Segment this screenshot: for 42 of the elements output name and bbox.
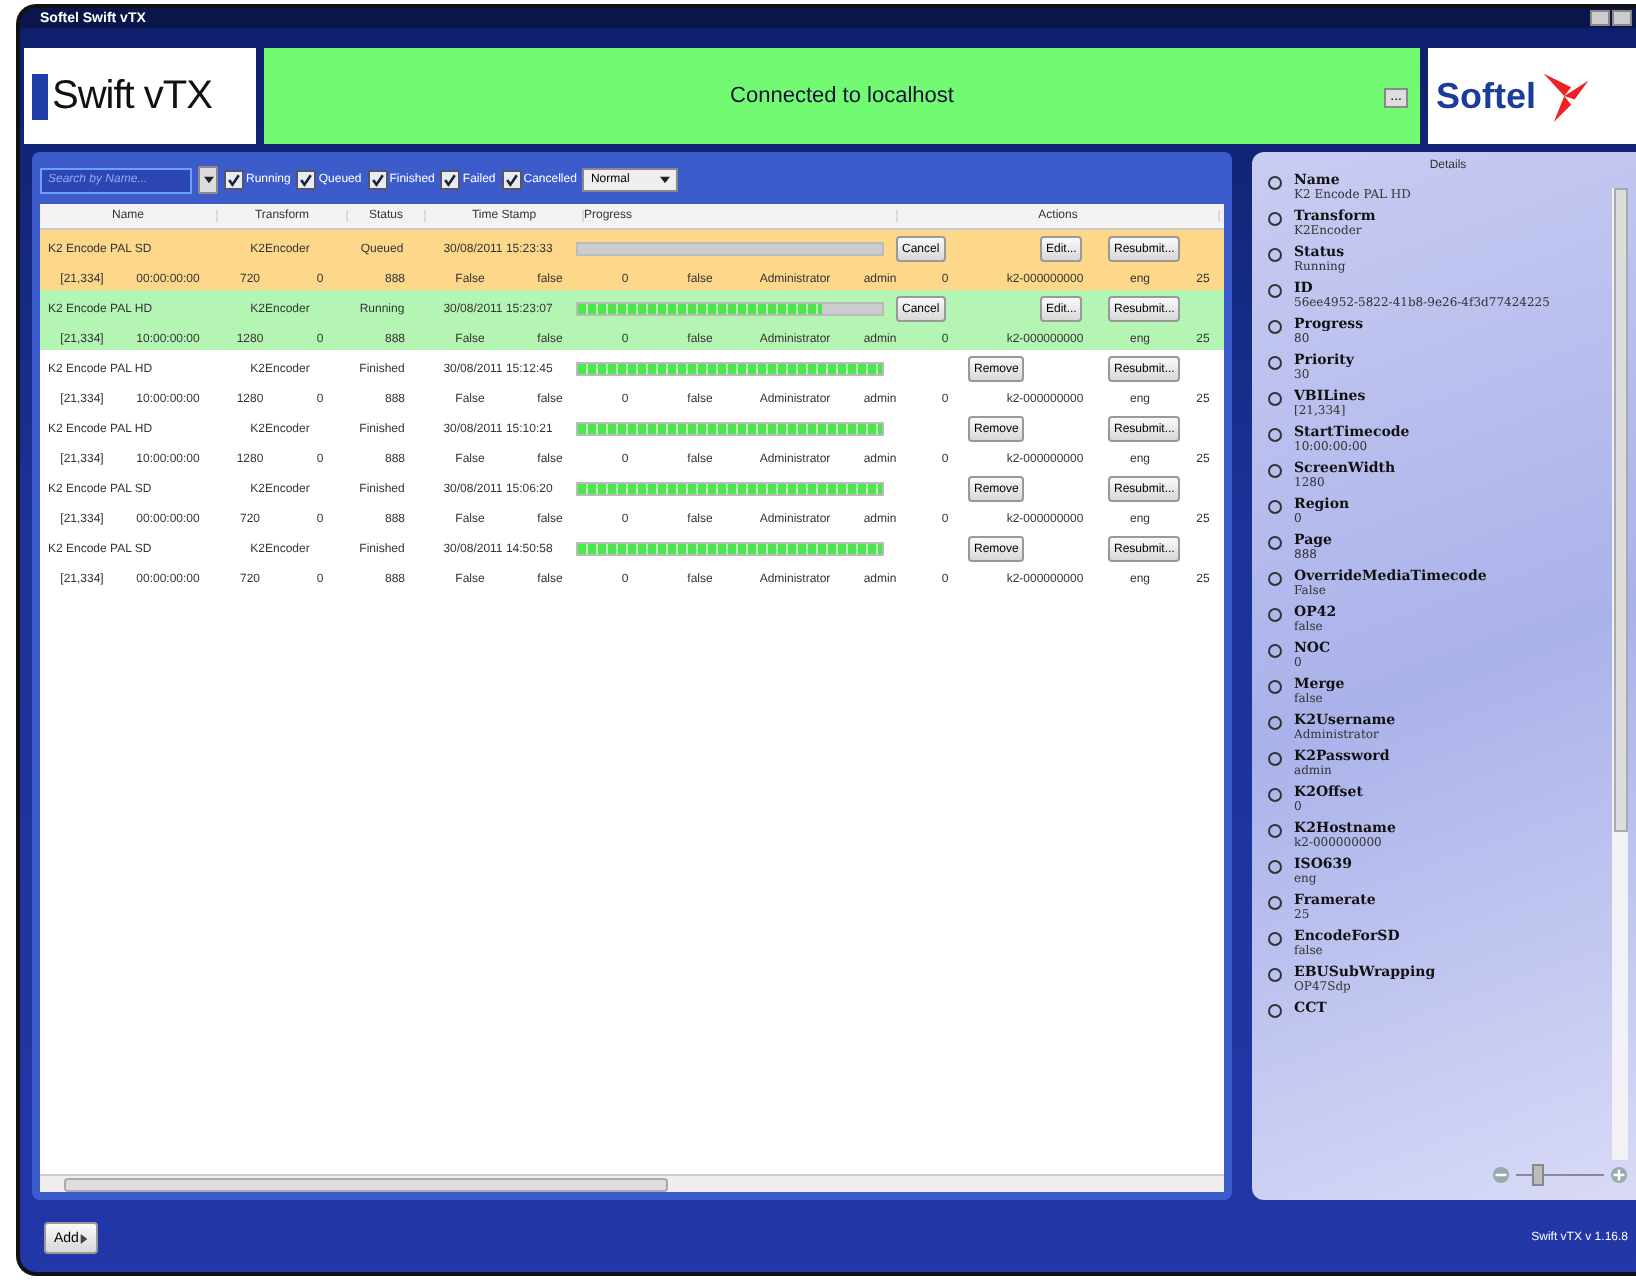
bullet-icon xyxy=(1268,536,1282,550)
brand-logo: Softel xyxy=(1428,48,1636,144)
bullet-icon xyxy=(1268,356,1282,370)
filter-checkbox[interactable] xyxy=(367,170,388,190)
bullet-icon xyxy=(1268,968,1282,982)
horizontal-scrollbar[interactable] xyxy=(40,1174,1224,1192)
caret-icon xyxy=(203,176,213,184)
bullet-icon xyxy=(1268,608,1282,622)
bullet-icon xyxy=(1268,644,1282,658)
bullet-icon xyxy=(1268,392,1282,406)
filter-checkbox[interactable] xyxy=(296,170,317,190)
bullet-icon xyxy=(1268,428,1282,442)
bullet-icon xyxy=(1268,248,1282,262)
caret-icon xyxy=(660,176,671,184)
maximize-icon[interactable] xyxy=(1612,10,1632,26)
bullet-icon xyxy=(1268,320,1282,334)
filter-checkbox[interactable] xyxy=(501,170,522,190)
zoom-in-icon[interactable] xyxy=(1610,1165,1628,1183)
zoom-out-icon[interactable] xyxy=(1492,1165,1510,1183)
bullet-icon xyxy=(1268,932,1282,946)
filter-checkbox[interactable] xyxy=(224,170,244,190)
logo: Swift vTX xyxy=(24,48,256,144)
bullet-icon xyxy=(1268,464,1282,478)
bullet-icon xyxy=(1268,212,1282,226)
dropdown-button[interactable] xyxy=(198,166,218,194)
bullet-icon xyxy=(1268,752,1282,766)
bullet-icon xyxy=(1268,788,1282,802)
bullet-icon xyxy=(1268,824,1282,838)
bullet-icon xyxy=(1268,860,1282,874)
caret-icon xyxy=(80,1233,89,1243)
minimize-icon[interactable] xyxy=(1590,10,1610,26)
bullet-icon xyxy=(1268,680,1282,694)
bullet-icon xyxy=(1268,716,1282,730)
bullet-icon xyxy=(1268,176,1282,190)
connection-status: Connected to localhost xyxy=(730,84,954,108)
filter-checkbox[interactable] xyxy=(440,170,461,190)
bullet-icon xyxy=(1268,500,1282,514)
bullet-icon xyxy=(1268,572,1282,586)
bullet-icon xyxy=(1268,1004,1282,1018)
vertical-scrollbar[interactable] xyxy=(1612,188,1628,1160)
bullet-icon xyxy=(1268,284,1282,298)
bullet-icon xyxy=(1268,896,1282,910)
